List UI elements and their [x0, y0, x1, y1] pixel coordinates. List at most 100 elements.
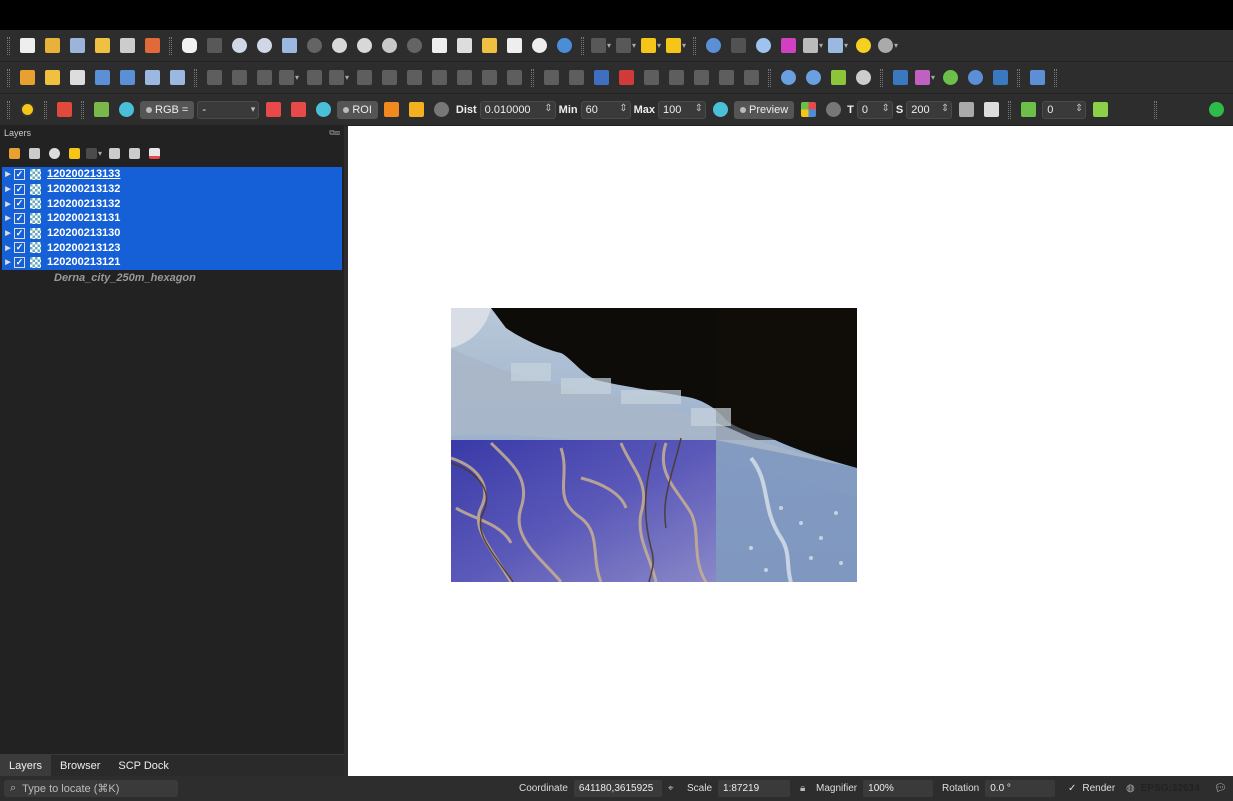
lock-scale-icon[interactable]: 🔒︎ [800, 783, 805, 794]
pin-labels-icon[interactable] [540, 67, 562, 89]
scp-band-set-icon[interactable] [90, 99, 112, 121]
processing-gear-icon[interactable] [752, 35, 774, 57]
scp-band-calc-icon[interactable] [1017, 99, 1039, 121]
scp-logo-icon[interactable] [16, 99, 38, 121]
plugin-gear-blue-icon[interactable] [964, 67, 986, 89]
add-wms-layer-icon[interactable] [777, 67, 799, 89]
rotate-label-icon[interactable] [690, 67, 712, 89]
plugin-green-icon[interactable] [939, 67, 961, 89]
scp-redo-preview-icon[interactable] [822, 99, 844, 121]
expand-arrow-icon[interactable]: ▶ [2, 258, 14, 266]
toolbar-grip[interactable] [880, 68, 883, 87]
new-shapefile-icon[interactable] [66, 67, 88, 89]
scale-combo[interactable]: 1:87219 [718, 780, 791, 797]
cut-features-icon[interactable] [403, 67, 425, 89]
toolbar-grip[interactable] [7, 36, 10, 55]
remove-layer-icon[interactable] [146, 145, 162, 161]
expand-arrow-icon[interactable]: ▶ [2, 244, 14, 252]
scp-input-image-icon[interactable] [53, 99, 75, 121]
expand-arrow-icon[interactable]: ▶ [2, 170, 14, 178]
scp-redo-roi-icon[interactable] [431, 99, 453, 121]
change-label-icon[interactable] [715, 67, 737, 89]
toolbar-grip[interactable] [1008, 100, 1012, 119]
toolbar-grip[interactable] [531, 68, 534, 87]
add-group-icon[interactable] [26, 145, 42, 161]
filter-expression-icon[interactable] [86, 145, 102, 161]
zoom-last-icon[interactable] [378, 35, 400, 57]
share-icon[interactable] [1205, 99, 1227, 121]
vector-layer-item[interactable]: Derna_city_250m_hexagon [2, 271, 342, 286]
open-project-icon[interactable] [41, 35, 63, 57]
scp-histogram-icon[interactable] [262, 99, 284, 121]
select-features-icon[interactable] [590, 35, 612, 57]
min-input[interactable]: 60 [580, 100, 631, 119]
new-map-view-icon[interactable] [428, 35, 450, 57]
add-feature-icon[interactable] [303, 67, 325, 89]
filter-legend-icon[interactable] [66, 145, 82, 161]
open-field-calculator-icon[interactable] [727, 35, 749, 57]
zoom-native-icon[interactable] [353, 35, 375, 57]
new-project-icon[interactable] [16, 35, 38, 57]
toolbar-grip[interactable] [169, 36, 172, 55]
add-wms-icon[interactable] [166, 67, 188, 89]
toolbar-grip[interactable] [7, 100, 10, 119]
highlight-pinned-icon[interactable] [640, 67, 662, 89]
layer-visibility-checkbox[interactable]: ✓ [14, 227, 25, 239]
layer-visibility-checkbox[interactable]: ✓ [14, 212, 25, 224]
vertex-tool-icon[interactable] [328, 67, 350, 89]
layer-item[interactable]: ▶ ✓ 120200213121 [2, 255, 342, 270]
current-edits-icon[interactable] [203, 67, 225, 89]
undo-icon[interactable] [478, 67, 500, 89]
max-input[interactable]: 100 [658, 100, 707, 119]
layer-item[interactable]: ▶ ✓ 120200213130 [2, 225, 342, 241]
band-input[interactable]: 0 [1042, 100, 1087, 119]
attribute-table-icon[interactable] [802, 35, 824, 57]
layer-item[interactable]: ▶ ✓ 120200213131 [2, 211, 342, 226]
delete-selected-icon[interactable] [378, 67, 400, 89]
show-labels-icon[interactable] [565, 67, 587, 89]
style-manager-icon[interactable] [141, 35, 163, 57]
toolbar-grip[interactable] [1154, 100, 1158, 119]
toolbar-grip[interactable] [1017, 68, 1020, 87]
add-raster-icon[interactable] [141, 67, 163, 89]
rotation-field[interactable]: 0.0 ° [985, 780, 1056, 797]
layer-item[interactable]: ▶ ✓ 120200213132 [2, 196, 342, 212]
toolbar-grip[interactable] [768, 68, 771, 87]
select-by-location-icon[interactable] [665, 35, 687, 57]
zoom-to-selection-icon[interactable] [303, 35, 325, 57]
annotation-icon[interactable] [877, 35, 899, 57]
temporal-controller-icon[interactable] [528, 35, 550, 57]
layer-visibility-checkbox[interactable]: ✓ [14, 183, 25, 195]
expand-arrow-icon[interactable]: ▶ [2, 200, 14, 208]
magnifier-field[interactable]: 100% [863, 780, 934, 797]
preview-toggle[interactable]: Preview [734, 100, 795, 119]
scp-zoom-image-icon[interactable] [115, 99, 137, 121]
show-hide-labels-icon[interactable] [740, 67, 762, 89]
toolbar-grip[interactable] [81, 100, 84, 119]
toggle-editing-icon[interactable] [228, 67, 250, 89]
statistics-sigma-icon[interactable] [777, 35, 799, 57]
layer-diagram-icon[interactable] [615, 67, 637, 89]
python-console-icon[interactable] [889, 67, 911, 89]
digitize-icon[interactable] [278, 67, 300, 89]
save-edits-icon[interactable] [253, 67, 275, 89]
rgb-toggle[interactable]: RGB = [140, 100, 195, 119]
map-canvas[interactable] [348, 126, 1233, 776]
render-checkbox[interactable]: ✓ [1068, 783, 1076, 794]
help-icon[interactable] [1026, 67, 1048, 89]
redo-icon[interactable] [503, 67, 525, 89]
layer-labeling-icon[interactable] [590, 67, 612, 89]
data-source-manager-icon[interactable] [16, 67, 38, 89]
tab-layers[interactable]: Layers [0, 755, 52, 776]
identify-icon[interactable] [702, 35, 724, 57]
new-virtual-layer-icon[interactable] [116, 67, 138, 89]
messages-icon[interactable]: 💬︎ [1214, 783, 1227, 794]
tab-scp-dock[interactable]: SCP Dock [109, 755, 178, 776]
save-project-icon[interactable] [66, 35, 88, 57]
paste-features-icon[interactable] [453, 67, 475, 89]
scp-add-roi-icon[interactable] [406, 99, 428, 121]
scp-classification-preview-icon[interactable] [797, 99, 819, 121]
layer-item[interactable]: ▶ ✓ 120200213133 [2, 167, 342, 182]
layer-styling-icon[interactable] [6, 145, 22, 161]
rgb-combo[interactable]: - [197, 100, 260, 119]
